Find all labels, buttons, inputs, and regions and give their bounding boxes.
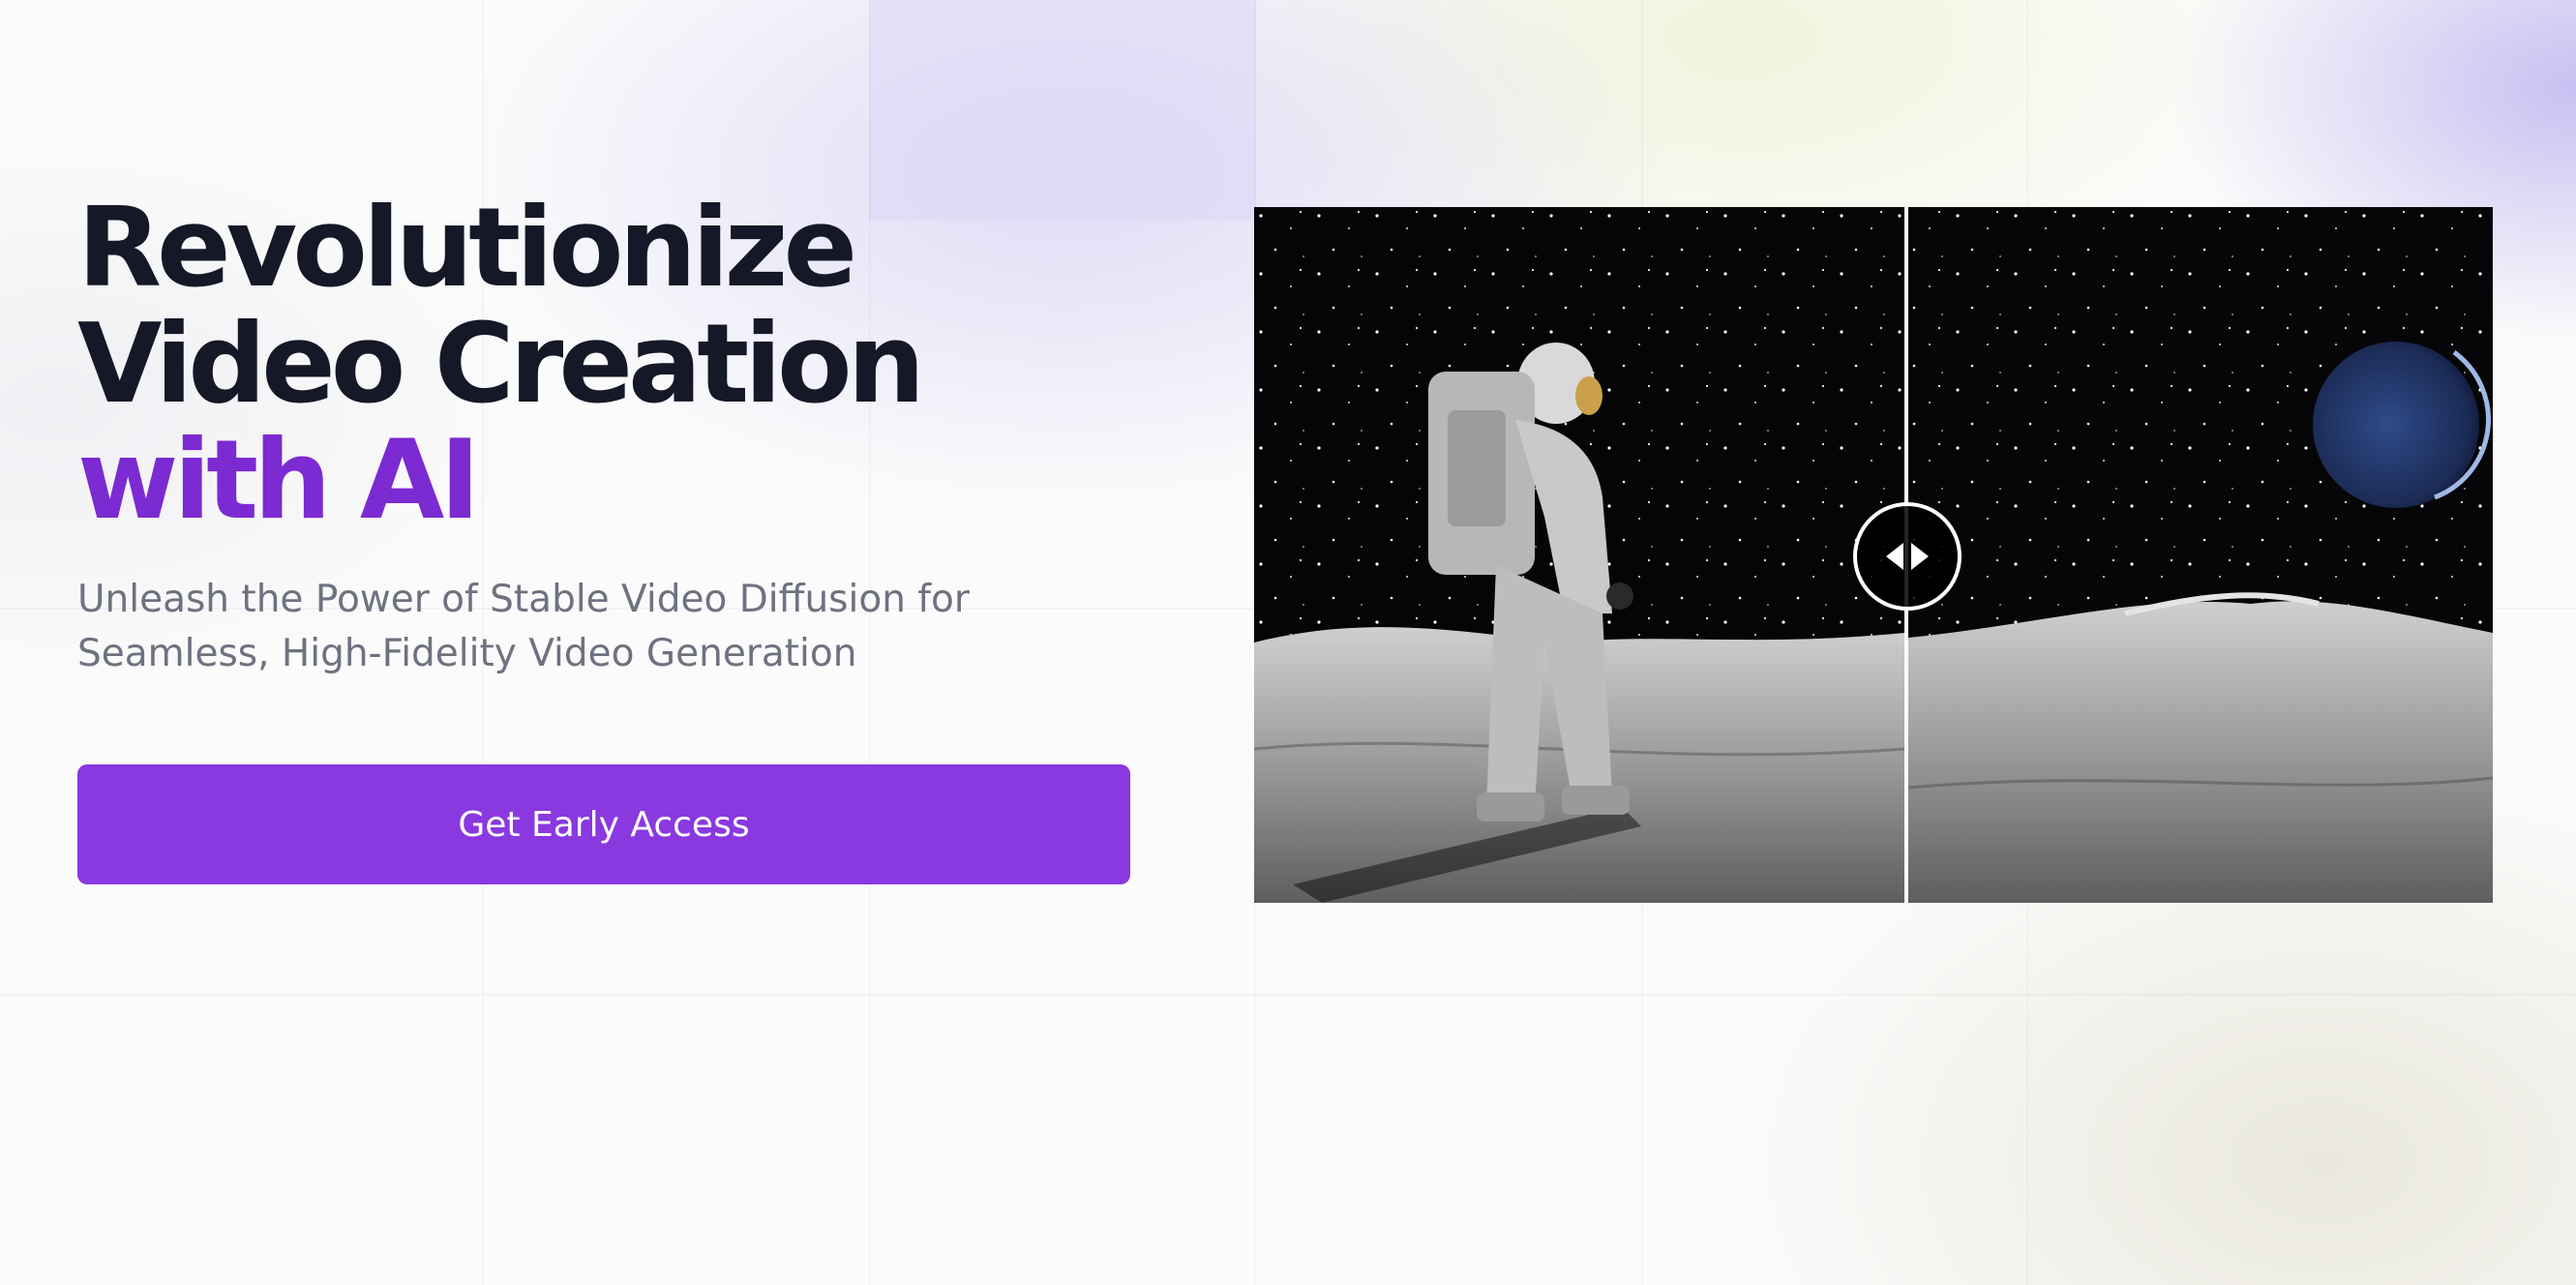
subheadline-line-2: Seamless, High-Fidelity Video Generation xyxy=(77,632,857,675)
arrow-left-icon xyxy=(1886,543,1903,570)
astronaut-image xyxy=(1254,207,1905,903)
grid-line xyxy=(0,994,2576,996)
background-glow-tile xyxy=(869,0,1256,221)
hero-text: Revolutionize Video Creation with AI Unl… xyxy=(77,190,1142,681)
headline-line-1: Revolutionize xyxy=(77,184,857,312)
hero-subheadline: Unleash the Power of Stable Video Diffus… xyxy=(77,573,1045,681)
headline-line-2: Video Creation xyxy=(77,300,925,428)
arrow-right-icon xyxy=(1911,543,1929,570)
subheadline-line-1: Unleash the Power of Stable Video Diffus… xyxy=(77,578,970,621)
headline-accent: with AI xyxy=(77,416,480,544)
moon-earth-image xyxy=(1907,207,2493,903)
image-comparison-slider[interactable] xyxy=(1254,207,2493,903)
left-right-arrows-icon[interactable] xyxy=(1853,502,1962,611)
get-early-access-button[interactable]: Get Early Access xyxy=(77,764,1130,884)
hero-headline: Revolutionize Video Creation with AI xyxy=(77,190,1142,538)
